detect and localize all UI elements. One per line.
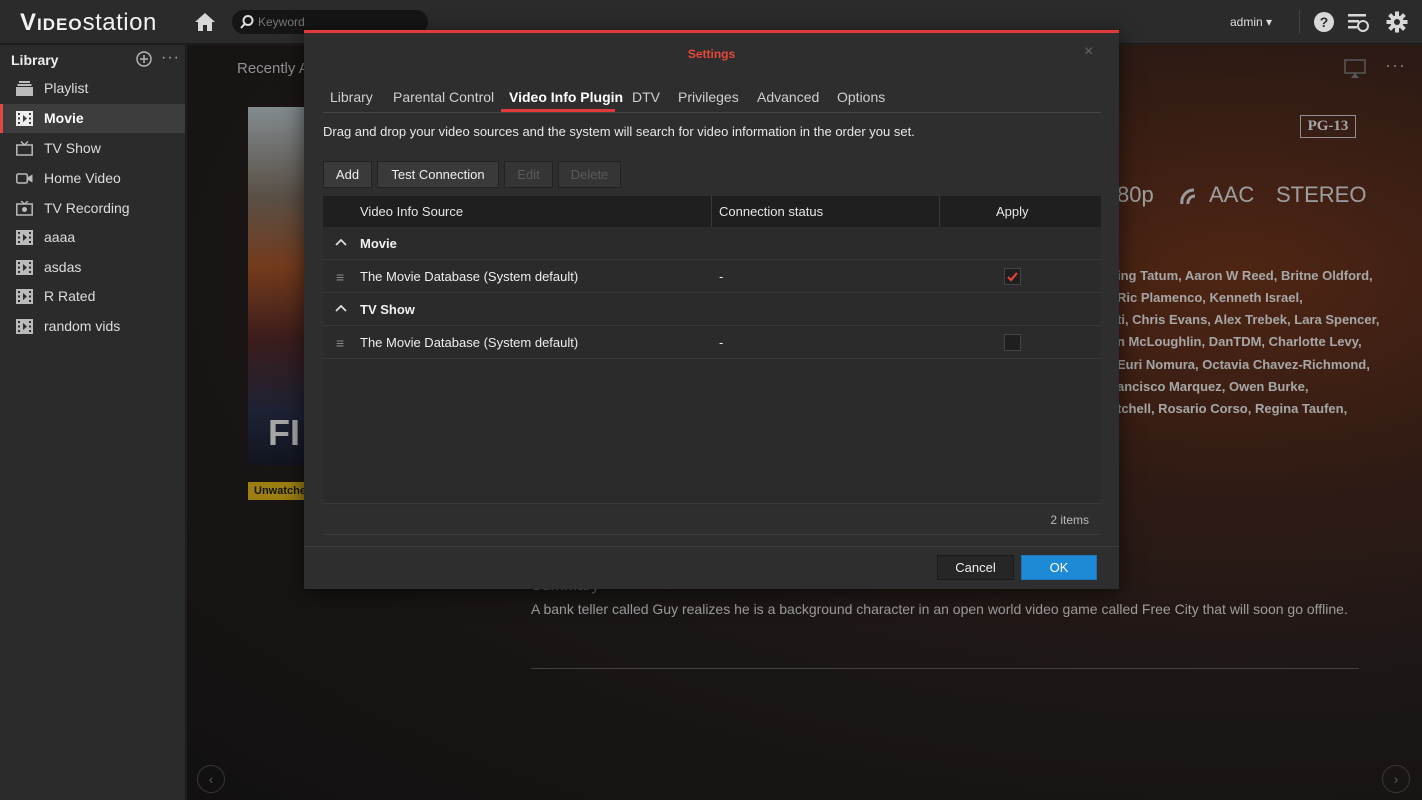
svg-text:?: ?	[1320, 14, 1329, 30]
gear-icon[interactable]	[1386, 11, 1408, 33]
tab-privileges[interactable]: Privileges	[678, 89, 739, 105]
task-list-icon[interactable]	[1347, 11, 1369, 33]
chevron-up-icon[interactable]	[335, 237, 347, 247]
checkmark-icon	[1007, 272, 1018, 282]
close-icon[interactable]: ×	[1084, 43, 1093, 61]
table-row[interactable]: ≡ The Movie Database (System default) -	[323, 260, 1101, 293]
apply-checkbox[interactable]	[1004, 268, 1021, 285]
column-header-status[interactable]: Connection status	[719, 204, 823, 219]
sidebar-item-aaaa[interactable]: aaaa	[0, 223, 185, 252]
column-separator	[711, 196, 712, 227]
tab-video-info-plugin[interactable]: Video Info Plugin	[509, 89, 623, 105]
help-icon[interactable]: ?	[1313, 11, 1335, 33]
group-row-tv-show[interactable]: TV Show	[323, 293, 1101, 326]
toolbar-divider	[1299, 10, 1300, 34]
tab-parental-control[interactable]: Parental Control	[393, 89, 494, 105]
chevron-up-icon[interactable]	[335, 303, 347, 313]
video-info-source-table: Video Info Source Connection status Appl…	[323, 196, 1101, 505]
recording-icon	[16, 201, 33, 216]
search-icon	[240, 15, 254, 29]
movie-icon	[16, 260, 33, 275]
sidebar: Library ··· Playlist Movie TV Show Home …	[0, 45, 186, 800]
settings-tabs: Library Parental Control Video Info Plug…	[323, 83, 1101, 113]
search-input[interactable]	[258, 13, 418, 31]
ok-button[interactable]: OK	[1021, 555, 1097, 580]
sidebar-header: Library	[11, 52, 59, 68]
source-name: The Movie Database (System default)	[360, 269, 579, 284]
table-row[interactable]: ≡ The Movie Database (System default) -	[323, 326, 1101, 359]
connection-status: -	[719, 269, 724, 284]
sidebar-more-icon[interactable]: ···	[161, 49, 180, 67]
add-button[interactable]: Add	[323, 161, 372, 188]
home-icon[interactable]	[194, 11, 216, 33]
movie-icon	[16, 319, 33, 334]
sidebar-item-r-rated[interactable]: R Rated	[0, 282, 185, 311]
camera-icon	[16, 173, 33, 184]
connection-status: -	[719, 335, 724, 350]
playlist-icon	[16, 81, 33, 96]
edit-button[interactable]: Edit	[504, 161, 553, 188]
apply-checkbox[interactable]	[1004, 334, 1021, 351]
test-connection-button[interactable]: Test Connection	[377, 161, 499, 188]
tab-advanced[interactable]: Advanced	[757, 89, 819, 105]
drag-handle-icon[interactable]: ≡	[336, 269, 344, 285]
sidebar-item-movie[interactable]: Movie	[0, 104, 185, 133]
drag-handle-icon[interactable]: ≡	[336, 335, 344, 351]
group-row-movie[interactable]: Movie	[323, 227, 1101, 260]
sidebar-item-playlist[interactable]: Playlist	[0, 74, 185, 103]
app-logo[interactable]: VIDEOstation	[20, 9, 157, 37]
tab-dtv[interactable]: DTV	[632, 89, 660, 105]
cancel-button[interactable]: Cancel	[937, 555, 1014, 580]
dialog-title: Settings	[687, 47, 736, 61]
sidebar-item-tv-show[interactable]: TV Show	[0, 134, 185, 163]
sidebar-item-home-video[interactable]: Home Video	[0, 164, 185, 193]
instructions-text: Drag and drop your video sources and the…	[323, 124, 915, 139]
active-tab-indicator	[501, 109, 615, 112]
add-library-icon[interactable]	[136, 51, 152, 67]
table-header: Video Info Source Connection status Appl…	[323, 196, 1101, 227]
divider	[304, 546, 1119, 547]
tv-icon	[16, 141, 33, 156]
delete-button[interactable]: Delete	[558, 161, 621, 188]
tab-library[interactable]: Library	[330, 89, 373, 105]
sidebar-item-random-vids[interactable]: random vids	[0, 312, 185, 341]
table-footer: 2 items	[323, 503, 1101, 535]
column-separator	[939, 196, 940, 227]
movie-icon	[16, 111, 33, 126]
tab-options[interactable]: Options	[837, 89, 885, 105]
settings-dialog: Settings × Library Parental Control Vide…	[304, 30, 1119, 589]
user-menu[interactable]: admin ▾	[1230, 15, 1272, 29]
movie-icon	[16, 230, 33, 245]
item-count: 2 items	[1050, 513, 1089, 527]
sidebar-item-tv-recording[interactable]: TV Recording	[0, 194, 185, 223]
column-header-apply[interactable]: Apply	[996, 204, 1029, 219]
sidebar-item-asdas[interactable]: asdas	[0, 253, 185, 282]
movie-icon	[16, 289, 33, 304]
source-name: The Movie Database (System default)	[360, 335, 579, 350]
column-header-source[interactable]: Video Info Source	[360, 204, 463, 219]
